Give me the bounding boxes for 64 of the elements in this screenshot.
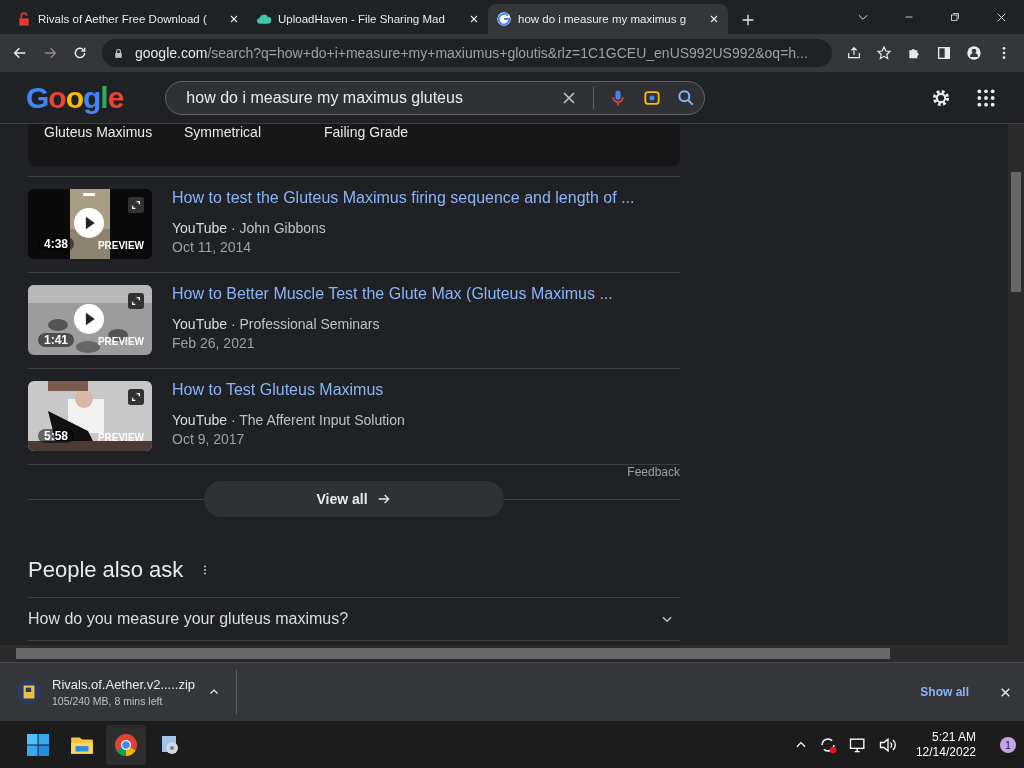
apps-grid-icon (976, 87, 996, 108)
download-filename[interactable]: Rivals.of.Aether.v2.....zip (52, 677, 196, 692)
video-date: Oct 11, 2014 (172, 239, 252, 255)
video-thumbnail[interactable]: 4:38 PREVIEW (28, 189, 152, 259)
show-all-button[interactable]: Show all (914, 684, 975, 700)
video-thumbnail[interactable]: 1:41 PREVIEW (28, 285, 152, 355)
video-title-link[interactable]: How to Test Gluteus Maximus (172, 381, 384, 399)
chrome-icon (114, 733, 138, 757)
question-text: How do you measure your gluteus maximus? (28, 610, 349, 628)
search-field[interactable]: how do i measure my maximus gluteus (165, 80, 706, 115)
zip-file-icon (16, 679, 42, 705)
video-source: YouTube · John Gibbons (172, 220, 326, 236)
carousel-label[interactable]: Symmetrical (184, 124, 324, 166)
browser-tab[interactable]: how do i measure my maximus g (488, 4, 728, 34)
expand-icon (128, 389, 144, 405)
url-text: google.com/search?q=how+do+i+measure+my+maxiumus+gloutis&rlz=1C1GCEU_enUS992US992&oq=h... (135, 45, 808, 61)
video-date: Oct 9, 2017 (172, 431, 245, 447)
question-row[interactable]: How do you measure your gluteus maximus? (28, 597, 680, 641)
lock-icon (16, 11, 32, 27)
view-all-button[interactable]: View all (204, 481, 504, 517)
notification-badge[interactable]: 1 (1000, 737, 1016, 753)
video-source: YouTube · Professional Seminars (172, 316, 380, 332)
video-duration: 5:58 (38, 429, 75, 443)
video-duration: 4:38 (38, 237, 75, 251)
lock-icon (112, 46, 125, 60)
google-logo[interactable]: Google (26, 80, 124, 115)
video-source: YouTube · The Afferent Input Solution (172, 412, 405, 428)
close-icon (228, 13, 240, 25)
play-icon (74, 208, 104, 238)
volume-icon (877, 735, 898, 755)
video-duration: 1:41 (38, 333, 75, 347)
reload-icon (72, 45, 88, 61)
taskbar-app[interactable] (106, 725, 146, 765)
browser-tab[interactable]: UploadHaven - File Sharing Mad (248, 4, 488, 34)
video-date: Feb 26, 2021 (172, 335, 255, 351)
browser-tab[interactable]: Rivals of Aether Free Download ( (8, 4, 248, 34)
close-icon (468, 13, 480, 25)
video-title-link[interactable]: How to Better Muscle Test the Glute Max (Gluteus Maximus ... (172, 285, 613, 303)
windows-icon (26, 733, 50, 757)
new-tab-icon (740, 12, 756, 28)
horizontal-scrollbar[interactable] (0, 645, 1024, 662)
close-icon (708, 13, 720, 25)
vertical-scrollbar[interactable] (1008, 124, 1024, 645)
share-icon (846, 45, 862, 61)
carousel-label[interactable]: Gluteus Maximus (44, 124, 184, 166)
star-icon (876, 45, 892, 61)
side-panel-icon (936, 45, 952, 61)
video-title-link[interactable]: How to test the Gluteus Maximus firing sequence and length of ... (172, 189, 635, 207)
profile-icon (966, 45, 982, 61)
section-heading: People also ask (28, 557, 184, 583)
expand-icon (128, 293, 144, 309)
expand-icon (128, 197, 144, 213)
carousel-label[interactable]: Failing Grade (324, 124, 464, 166)
restore-icon (949, 11, 961, 23)
forward-icon (42, 45, 58, 61)
preview-label: PREVIEW (97, 336, 144, 347)
google-icon (496, 11, 512, 27)
close-icon (999, 685, 1012, 699)
address-bar[interactable]: google.com/search?q=how+do+i+measure+my+maxiumus+gloutis&rlz=1C1GCEU_enUS992US992&oq=h... (102, 39, 832, 67)
preview-label: PREVIEW (97, 240, 144, 251)
feedback-link[interactable]: Feedback (627, 465, 680, 479)
play-icon (74, 304, 104, 334)
clock[interactable]: 5:21 AM 12/14/2022 (915, 730, 976, 760)
back-icon (12, 45, 28, 61)
